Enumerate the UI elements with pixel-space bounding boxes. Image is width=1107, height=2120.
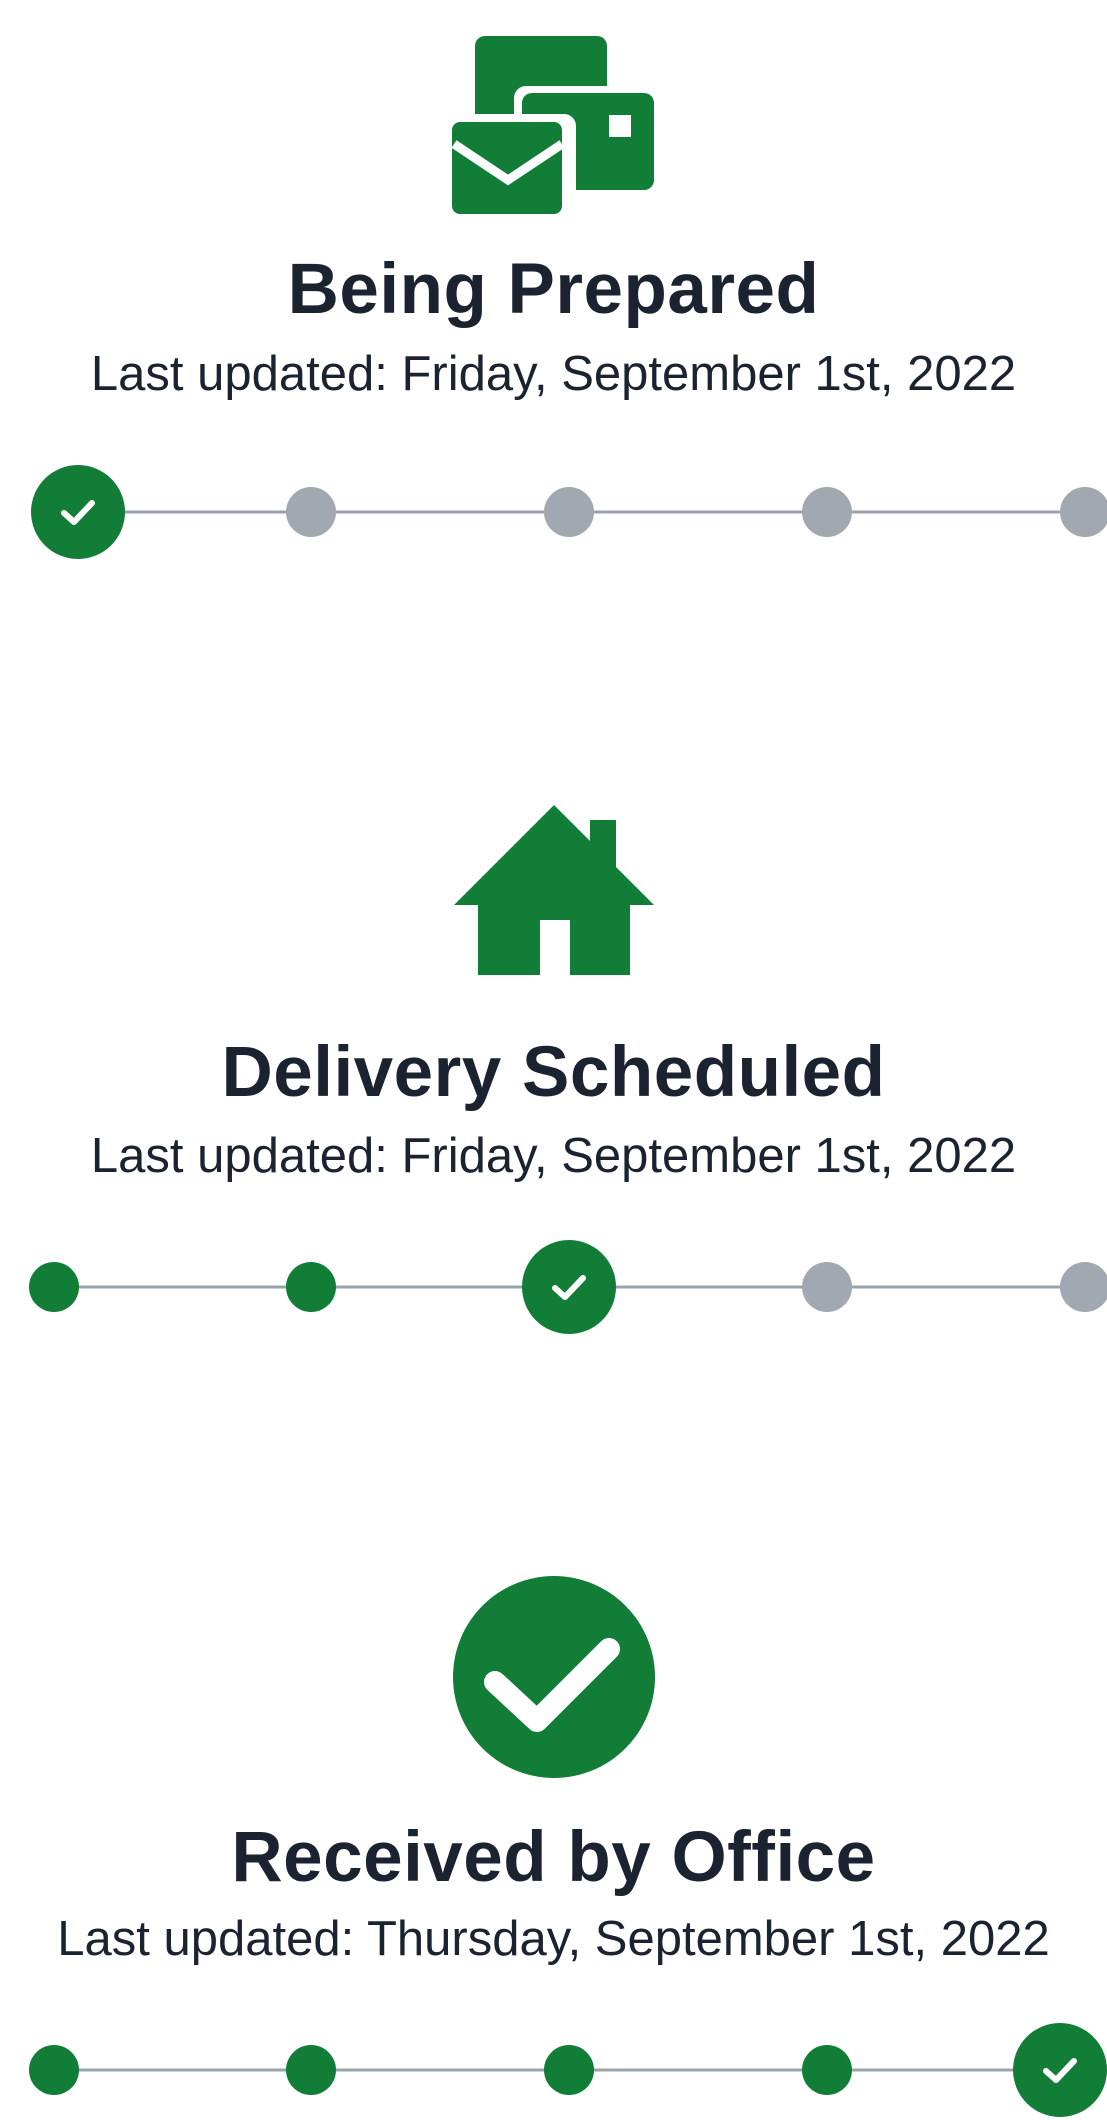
step-complete bbox=[29, 1262, 79, 1312]
step-current-check-icon bbox=[522, 1240, 616, 1334]
step-current-check-icon bbox=[31, 465, 125, 559]
step-pending bbox=[544, 487, 594, 537]
status-card-received-by-office: Received by Office Last updated: Thursda… bbox=[0, 1570, 1107, 2117]
step-complete bbox=[544, 2045, 594, 2095]
status-title: Delivery Scheduled bbox=[221, 1033, 886, 1112]
status-card-delivery-scheduled: Delivery Scheduled Last updated: Friday,… bbox=[0, 780, 1107, 1380]
last-updated-text: Last updated: Friday, September 1st, 202… bbox=[90, 347, 1017, 401]
house-icon bbox=[0, 805, 1107, 975]
step-pending bbox=[802, 1262, 852, 1312]
check-circle-icon bbox=[0, 1576, 1107, 1778]
step-pending bbox=[802, 487, 852, 537]
step-pending bbox=[1060, 1262, 1107, 1312]
status-title: Received by Office bbox=[231, 1818, 876, 1897]
step-complete bbox=[802, 2045, 852, 2095]
progress-tracker bbox=[0, 462, 1107, 562]
step-pending bbox=[286, 487, 336, 537]
mail-packages-icon bbox=[0, 36, 1107, 216]
step-pending bbox=[1060, 487, 1107, 537]
step-current-check-icon bbox=[1013, 2023, 1107, 2117]
step-complete bbox=[29, 2045, 79, 2095]
progress-tracker bbox=[0, 1237, 1107, 1337]
last-updated-text: Last updated: Thursday, September 1st, 2… bbox=[57, 1912, 1050, 1966]
status-card-being-prepared: Being Prepared Last updated: Friday, Sep… bbox=[0, 0, 1107, 600]
progress-tracker bbox=[0, 2020, 1107, 2120]
last-updated-text: Last updated: Friday, September 1st, 202… bbox=[90, 1129, 1017, 1183]
step-complete bbox=[286, 2045, 336, 2095]
status-title: Being Prepared bbox=[287, 250, 820, 329]
step-complete bbox=[286, 1262, 336, 1312]
